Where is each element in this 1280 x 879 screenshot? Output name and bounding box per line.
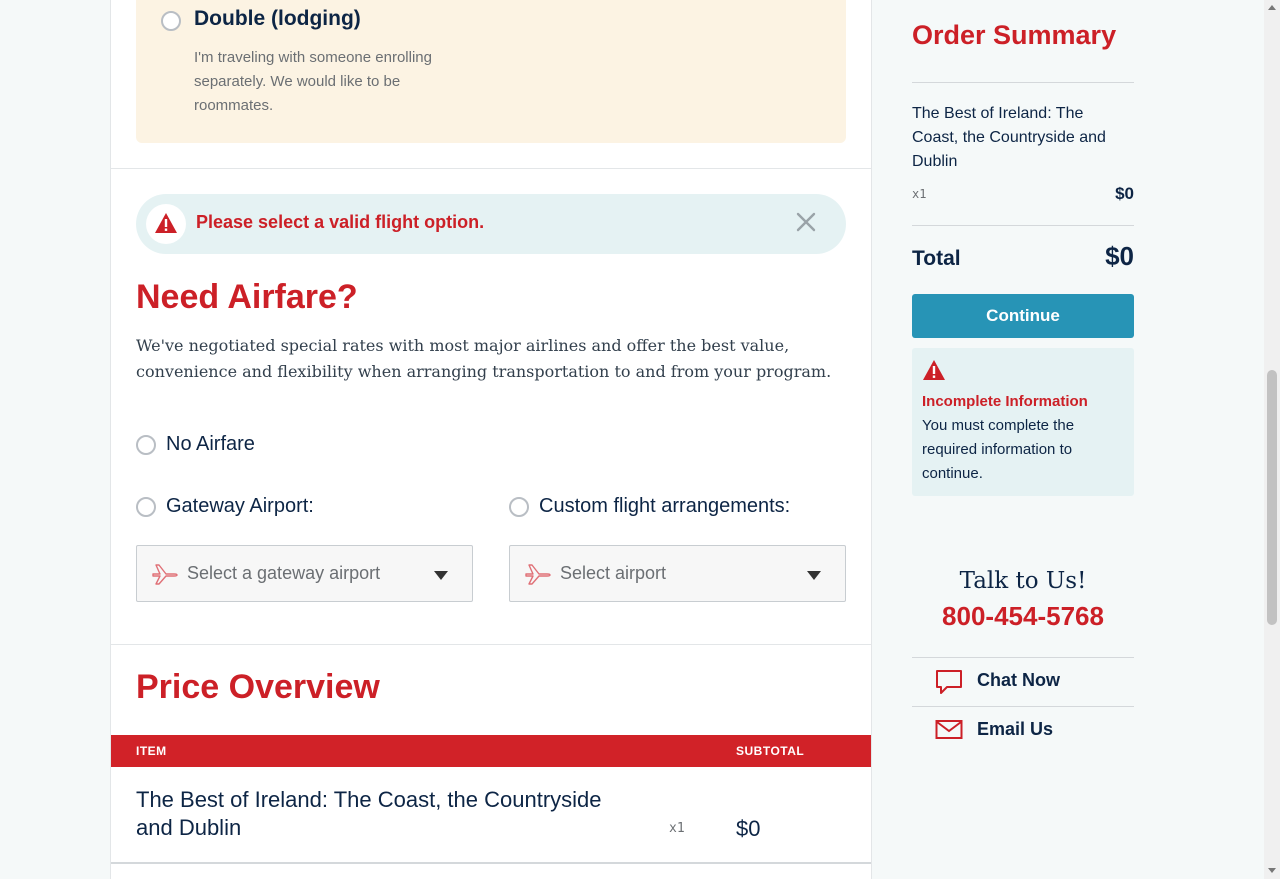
scroll-up-arrow-icon[interactable]: [1268, 5, 1276, 10]
total-value: $0: [1105, 241, 1134, 271]
row-item-name: The Best of Ireland: The Coast, the Coun…: [136, 787, 602, 840]
row-item-subtotal: $0: [736, 816, 761, 841]
chat-now-label: Chat Now: [977, 670, 1060, 690]
lodging-option-card[interactable]: Double (lodging) I'm traveling with some…: [136, 0, 846, 143]
alert-message: Please select a valid flight option.: [196, 212, 485, 232]
lodging-double-radio[interactable]: [161, 11, 181, 31]
scrollbar-thumb[interactable]: [1267, 370, 1277, 625]
total-label: Total: [912, 247, 961, 270]
divider: [111, 644, 871, 645]
airfare-description: We've negotiated special rates with most…: [136, 336, 832, 381]
warning-triangle-icon: [922, 359, 946, 386]
summary-trip-name: The Best of Ireland: The Coast, the Coun…: [912, 105, 1106, 170]
plane-icon: [151, 562, 179, 591]
scroll-down-arrow-icon[interactable]: [1268, 868, 1276, 873]
divider: [912, 225, 1134, 226]
divider: [912, 82, 1134, 83]
chat-now-link[interactable]: Chat Now: [912, 657, 1134, 706]
incomplete-body: You must complete the required informati…: [922, 417, 1075, 482]
main-content: Double (lodging) I'm traveling with some…: [110, 0, 872, 879]
envelope-icon: [935, 720, 963, 739]
custom-airport-select[interactable]: Select airport: [509, 545, 846, 602]
lodging-option-title: Double (lodging): [194, 7, 361, 30]
page-scrollbar[interactable]: [1264, 0, 1280, 879]
no-airfare-label[interactable]: No Airfare: [166, 433, 255, 456]
chat-bubble-icon: [936, 670, 962, 694]
column-header-subtotal: SUBTOTAL: [736, 744, 805, 758]
continue-button[interactable]: Continue: [912, 294, 1134, 338]
plane-icon: [524, 562, 552, 591]
incomplete-info-notice: Incomplete Information You must complete…: [912, 348, 1134, 496]
phone-number-link[interactable]: 800-454-5768: [912, 601, 1134, 632]
gateway-airport-label[interactable]: Gateway Airport:: [166, 495, 314, 518]
talk-to-us-label: Talk to Us!: [959, 568, 1087, 594]
gateway-select-placeholder: Select a gateway airport: [187, 563, 381, 583]
custom-select-placeholder: Select airport: [560, 563, 667, 583]
price-table-header: ITEM SUBTOTAL: [111, 735, 871, 767]
no-airfare-radio[interactable]: [136, 435, 156, 455]
summary-qty: x1: [912, 187, 927, 201]
column-header-item: ITEM: [136, 744, 167, 758]
chevron-down-icon: [434, 571, 448, 580]
gateway-airport-radio[interactable]: [136, 497, 156, 517]
row-item-qty: x1: [669, 821, 685, 836]
flight-error-alert: Please select a valid flight option.: [136, 194, 846, 254]
divider: [111, 862, 871, 864]
airfare-heading: Need Airfare?: [136, 278, 358, 316]
price-overview-heading: Price Overview: [136, 668, 380, 706]
warning-triangle-icon: [146, 204, 186, 244]
order-summary-title: Order Summary: [912, 20, 1117, 50]
email-us-label: Email Us: [977, 719, 1054, 739]
divider: [111, 168, 871, 169]
custom-flight-radio[interactable]: [509, 497, 529, 517]
close-icon[interactable]: [794, 210, 818, 234]
chevron-down-icon: [807, 571, 821, 580]
email-us-link[interactable]: Email Us: [912, 706, 1134, 755]
custom-flight-label[interactable]: Custom flight arrangements:: [539, 495, 790, 518]
lodging-option-description: I'm traveling with someone enrolling sep…: [194, 49, 432, 114]
summary-price: $0: [1115, 184, 1134, 203]
gateway-airport-select[interactable]: Select a gateway airport: [136, 545, 473, 602]
incomplete-title: Incomplete Information: [922, 393, 1088, 410]
